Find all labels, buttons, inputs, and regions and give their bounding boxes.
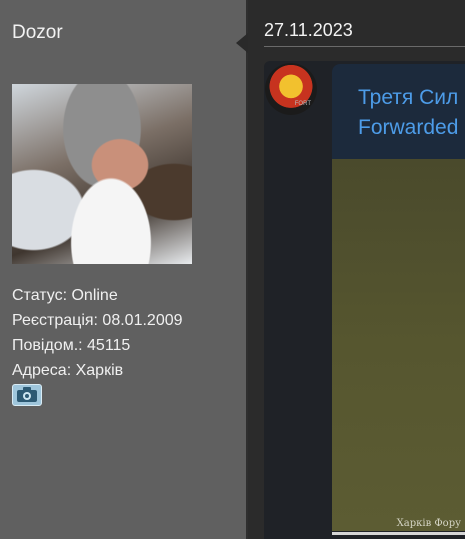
user-registration: Реєстрація: 08.01.2009 <box>12 312 183 329</box>
post-date: 27.11.2023 <box>264 20 353 40</box>
watermark: Харків Фору <box>396 518 461 529</box>
avatar[interactable] <box>12 84 192 264</box>
post-area: 27.11.2023 FORT Третя Сил Forwarded Харк… <box>248 0 465 539</box>
user-panel: Dozor Статус: Online Реєстрація: 08.01.2… <box>0 0 248 539</box>
user-address: Адреса: Харків <box>12 362 124 379</box>
date-divider <box>264 46 465 47</box>
user-status: Статус: Online <box>12 287 118 304</box>
forwarded-label[interactable]: Forwarded <box>358 116 458 140</box>
channel-title[interactable]: Третя Сил <box>358 86 458 110</box>
user-post-count: Повідом.: 45115 <box>12 337 131 354</box>
media-progress-bar <box>332 532 465 535</box>
panel-pointer <box>236 33 248 53</box>
forwarded-header[interactable]: Третя Сил Forwarded <box>332 64 465 159</box>
channel-avatar-label: FORT <box>294 101 311 107</box>
user-info: Статус: Online Реєстрація: 08.01.2009 По… <box>12 283 183 383</box>
media-image[interactable]: Харків Фору <box>332 159 465 531</box>
username[interactable]: Dozor <box>12 22 63 44</box>
camera-icon[interactable] <box>12 384 42 406</box>
channel-avatar[interactable]: FORT <box>265 63 317 115</box>
